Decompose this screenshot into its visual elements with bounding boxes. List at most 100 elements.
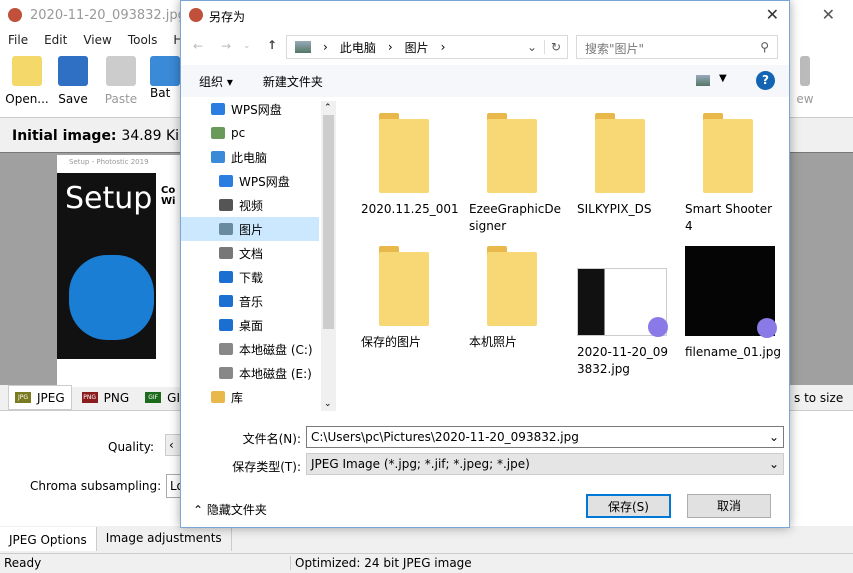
nav-item[interactable]: 图片 — [181, 217, 319, 241]
search-input[interactable]: 搜索"图片" ⚲ — [576, 35, 778, 59]
organize-button[interactable]: 组织 ▾ — [199, 73, 233, 90]
file-grid: 2020.11.25_001 EzeeGraphicDesigner SILKYPI… — [341, 101, 789, 411]
dialog-toolbar: 组织 ▾ 新建文件夹 ▼ ? — [181, 65, 789, 97]
nav-item[interactable]: WPS网盘 — [181, 101, 319, 121]
nav-item[interactable]: 桌面 — [181, 313, 319, 337]
drive-icon — [219, 343, 233, 355]
quality-label: Quality: — [108, 440, 155, 454]
file-name: 2020.11.25_001 — [361, 202, 459, 216]
nav-item[interactable]: WPS网盘 — [181, 169, 319, 193]
tab-png[interactable]: PNG PNG — [76, 385, 136, 410]
nav-item[interactable]: pc — [181, 121, 319, 145]
nav-item[interactable]: 库 — [181, 385, 319, 409]
file-item[interactable]: Smart Shooter 4 — [685, 113, 785, 235]
batch-icon — [150, 56, 180, 86]
file-name: 保存的图片 — [361, 335, 422, 349]
filetype-select[interactable]: JPEG Image (*.jpg; *.jif; *.jpeg; *.jpe)… — [306, 453, 784, 475]
preview-button[interactable]: ew — [790, 56, 820, 106]
paste-button[interactable]: Paste — [96, 56, 146, 106]
file-item[interactable]: filename_01.jpg — [685, 246, 785, 361]
forward-icon[interactable]: → — [221, 39, 231, 53]
image-thumbnail — [577, 268, 668, 337]
up-icon[interactable]: ↑ — [267, 38, 277, 52]
pictures-icon — [219, 223, 233, 235]
address-dropdown-icon[interactable]: ⌄ — [527, 40, 537, 54]
file-name: filename_01.jpg — [685, 345, 781, 359]
status-optimized: Optimized: 24 bit JPEG image — [290, 556, 472, 570]
navigation-pane: WPS网盘 pc 此电脑 WPS网盘 视频 图片 文档 下载 音乐 桌面 本地磁盘 (C:) 本地磁盘… — [181, 101, 321, 411]
file-item[interactable]: SILKYPIX_DS — [577, 113, 677, 218]
music-icon — [219, 295, 233, 307]
nav-scrollbar[interactable]: ⌃ ⌄ — [321, 101, 336, 411]
filename-label: 文件名(N): — [242, 432, 301, 446]
filename-input[interactable]: C:\Users\pc\Pictures\2020-11-20_093832.j… — [306, 426, 784, 448]
save-as-dialog: 另存为 ✕ ← → ⌄ ↑ › 此电脑 › 图片 › ⌄ ↻ 搜索"图片" ⚲ 组… — [180, 0, 790, 528]
search-icon: ⚲ — [760, 40, 769, 54]
photos-badge-icon — [648, 317, 668, 337]
close-icon[interactable]: ✕ — [766, 5, 779, 24]
floppy-icon — [58, 56, 88, 86]
view-options-icon[interactable] — [696, 75, 710, 86]
cloud-icon — [219, 175, 233, 187]
chevron-down-icon[interactable]: ⌄ — [769, 430, 779, 444]
file-item[interactable]: 2020-11-20_093832.jpg — [577, 246, 677, 378]
file-item[interactable]: 2020.11.25_001 — [361, 113, 461, 218]
nav-item[interactable]: 文档 — [181, 241, 319, 265]
menu-file[interactable]: File — [8, 33, 28, 47]
image-thumbnail — [685, 246, 777, 338]
tab-image-adjustments[interactable]: Image adjustments — [97, 527, 232, 551]
open-button[interactable]: Open... — [2, 56, 52, 106]
view-dropdown-icon[interactable]: ▼ — [719, 73, 727, 84]
cancel-button[interactable]: 取消 — [687, 494, 771, 518]
save-button[interactable]: 保存(S) — [586, 494, 671, 518]
library-icon — [211, 391, 225, 403]
help-icon[interactable]: ? — [756, 71, 775, 90]
hide-folders-toggle[interactable]: ⌃ 隐藏文件夹 — [193, 501, 267, 518]
status-ready: Ready — [4, 556, 42, 570]
dialog-title: 另存为 — [209, 10, 246, 24]
nav-item[interactable]: 下载 — [181, 265, 319, 289]
refresh-icon[interactable]: ↻ — [543, 40, 561, 54]
nav-item[interactable]: 此电脑 — [181, 145, 319, 169]
folder-icon — [379, 113, 429, 193]
cloud-icon — [211, 103, 225, 115]
app-close-icon[interactable]: ✕ — [822, 5, 835, 24]
dialog-app-icon — [189, 8, 203, 22]
app-icon — [8, 8, 22, 22]
nav-item[interactable]: 本地磁盘 (E:) — [181, 361, 319, 385]
app-title: 2020-11-20_093832.jpg — [30, 7, 186, 23]
documents-icon — [219, 247, 233, 259]
file-item[interactable]: 本机照片 — [469, 246, 569, 351]
status-bar: Ready Optimized: 24 bit JPEG image — [0, 553, 853, 573]
recent-dropdown-icon[interactable]: ⌄ — [243, 41, 251, 51]
user-icon — [211, 127, 225, 139]
file-item[interactable]: EzeeGraphicDesigner — [469, 113, 569, 235]
batch-button[interactable]: Bat — [150, 56, 180, 100]
breadcrumb-pictures[interactable]: 图片 — [405, 39, 429, 56]
nav-item[interactable]: 视频 — [181, 193, 319, 217]
bottom-tabs: JPEG Options Image adjustments — [0, 527, 853, 551]
tab-jpeg[interactable]: JPG JPEG — [8, 385, 72, 410]
back-icon[interactable]: ← — [193, 39, 203, 53]
folder-icon — [379, 246, 429, 326]
nav-item[interactable]: 音乐 — [181, 289, 319, 313]
save-button[interactable]: Save — [48, 56, 98, 106]
drive-icon — [219, 367, 233, 379]
new-folder-button[interactable]: 新建文件夹 — [263, 73, 323, 90]
chroma-label: Chroma subsampling: — [30, 479, 162, 493]
pictures-icon — [295, 41, 311, 53]
filetype-label: 保存类型(T): — [232, 460, 301, 474]
desktop-icon — [219, 319, 233, 331]
photos-badge-icon — [757, 318, 777, 338]
tab-jpeg-options[interactable]: JPEG Options — [0, 527, 97, 551]
file-item[interactable]: 保存的图片 — [361, 246, 461, 351]
video-icon — [219, 199, 233, 211]
fit-to-size[interactable]: s to size — [794, 387, 843, 409]
menu-tools[interactable]: Tools — [128, 33, 158, 47]
chevron-down-icon: ⌄ — [768, 457, 779, 471]
breadcrumb-computer[interactable]: 此电脑 — [340, 39, 376, 56]
menu-edit[interactable]: Edit — [44, 33, 67, 47]
address-bar[interactable]: › 此电脑 › 图片 › ⌄ ↻ — [286, 35, 568, 59]
menu-view[interactable]: View — [83, 33, 111, 47]
nav-item[interactable]: 本地磁盘 (C:) — [181, 337, 319, 361]
